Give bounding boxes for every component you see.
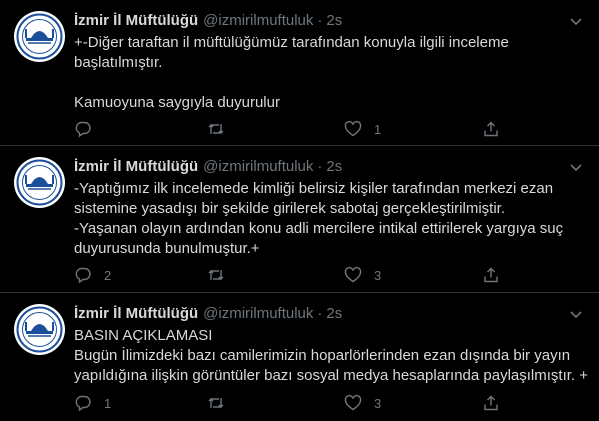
mufti-logo-icon	[16, 306, 63, 353]
more-options-button[interactable]	[567, 12, 585, 30]
tweet-line-break	[74, 73, 574, 93]
mufti-logo-icon	[16, 13, 63, 60]
retweet-icon	[208, 398, 224, 408]
heart-icon	[344, 394, 362, 411]
like-count: 3	[374, 267, 382, 283]
reply-button[interactable]: 1	[74, 393, 111, 413]
share-button[interactable]	[482, 265, 500, 285]
reply-icon	[75, 395, 91, 412]
retweet-button[interactable]	[207, 393, 237, 413]
share-icon	[484, 395, 498, 411]
tweet[interactable]: İzmir İl Müftülüğü @izmirilmuftuluk · 2s -Y…	[0, 146, 599, 293]
tweet-line: -Yaşanan olayın ardından konu adli merci…	[74, 220, 564, 237]
reply-count: 2	[104, 267, 112, 283]
tweet-line: yapıldığına ilişkin görüntüler bazı sosy…	[74, 367, 589, 384]
tweet[interactable]: İzmir İl Müftülüğü @izmirilmuftuluk · 2s +-…	[0, 0, 599, 146]
tweet-text: -Yaptığımız ilk incelemede kimliği belir…	[74, 179, 574, 259]
separator: ·	[317, 12, 323, 29]
heart-icon	[344, 120, 362, 137]
tweet-line: -Yaptığımız ilk incelemede kimliği belir…	[74, 180, 554, 197]
more-options-button[interactable]	[567, 158, 585, 176]
reply-count: 1	[104, 395, 112, 411]
tweet-header: İzmir İl Müftülüğü @izmirilmuftuluk · 2s	[74, 12, 342, 30]
chevron-down-icon	[570, 18, 582, 26]
tweet-actions: 1 3	[74, 393, 504, 413]
tweet-feed: İzmir İl Müftülüğü @izmirilmuftuluk · 2s +-…	[0, 0, 599, 421]
more-options-button[interactable]	[567, 305, 585, 323]
tweet-line: duyurusunda bunulmuştur.+	[74, 240, 260, 257]
chevron-down-icon	[570, 164, 582, 172]
share-icon	[484, 267, 498, 283]
tweet-header: İzmir İl Müftülüğü @izmirilmuftuluk · 2s	[74, 158, 342, 176]
share-icon	[484, 121, 498, 137]
tweet-actions: 1	[74, 119, 504, 139]
avatar[interactable]	[14, 304, 65, 355]
like-count: 3	[374, 395, 382, 411]
share-button[interactable]	[482, 393, 500, 413]
tweet-line: BASIN AÇIKLAMASI	[74, 327, 213, 344]
tweet-text: +-Diğer taraftan il müftülüğümüz tarafın…	[74, 33, 574, 113]
tweet-header: İzmir İl Müftülüğü @izmirilmuftuluk · 2s	[74, 305, 342, 323]
heart-icon	[344, 266, 362, 283]
tweet-line: sistemine yasadışı bir şekilde girilerek…	[74, 200, 505, 217]
tweet-line: Bugün İlimizdeki bazı camilerimizin hopa…	[74, 347, 571, 364]
tweet-text: BASIN AÇIKLAMASI Bugün İlimizdeki bazı c…	[74, 326, 589, 386]
separator: ·	[317, 158, 323, 175]
like-count: 1	[374, 121, 382, 137]
share-button[interactable]	[482, 119, 500, 139]
timestamp[interactable]: 2s	[326, 158, 342, 175]
avatar[interactable]	[14, 157, 65, 208]
separator: ·	[317, 305, 323, 322]
retweet-button[interactable]	[207, 119, 237, 139]
like-button[interactable]: 3	[344, 265, 381, 285]
timestamp[interactable]: 2s	[326, 12, 342, 29]
retweet-button[interactable]	[207, 265, 237, 285]
tweet-line: Kamuoyuna saygıyla duyurulur	[74, 94, 280, 111]
author-handle[interactable]: @izmirilmuftuluk	[203, 305, 313, 322]
author-handle[interactable]: @izmirilmuftuluk	[203, 12, 313, 29]
tweet-actions: 2 3	[74, 265, 504, 285]
tweet-line: başlatılmıştır.	[74, 54, 163, 71]
avatar[interactable]	[14, 11, 65, 62]
author-name[interactable]: İzmir İl Müftülüğü	[74, 158, 198, 175]
author-handle[interactable]: @izmirilmuftuluk	[203, 158, 313, 175]
author-name[interactable]: İzmir İl Müftülüğü	[74, 12, 198, 29]
reply-button[interactable]: 2	[74, 265, 111, 285]
like-button[interactable]: 1	[344, 119, 381, 139]
timestamp[interactable]: 2s	[326, 305, 342, 322]
chevron-down-icon	[570, 311, 582, 319]
tweet-line: +-Diğer taraftan il müftülüğümüz tarafın…	[74, 34, 509, 51]
like-button[interactable]: 3	[344, 393, 381, 413]
retweet-icon	[208, 270, 224, 280]
reply-button[interactable]	[74, 119, 104, 139]
reply-icon	[75, 267, 91, 284]
retweet-icon	[208, 124, 224, 134]
reply-icon	[75, 121, 91, 138]
tweet[interactable]: İzmir İl Müftülüğü @izmirilmuftuluk · 2s BA…	[0, 293, 599, 421]
mufti-logo-icon	[16, 159, 63, 206]
author-name[interactable]: İzmir İl Müftülüğü	[74, 305, 198, 322]
